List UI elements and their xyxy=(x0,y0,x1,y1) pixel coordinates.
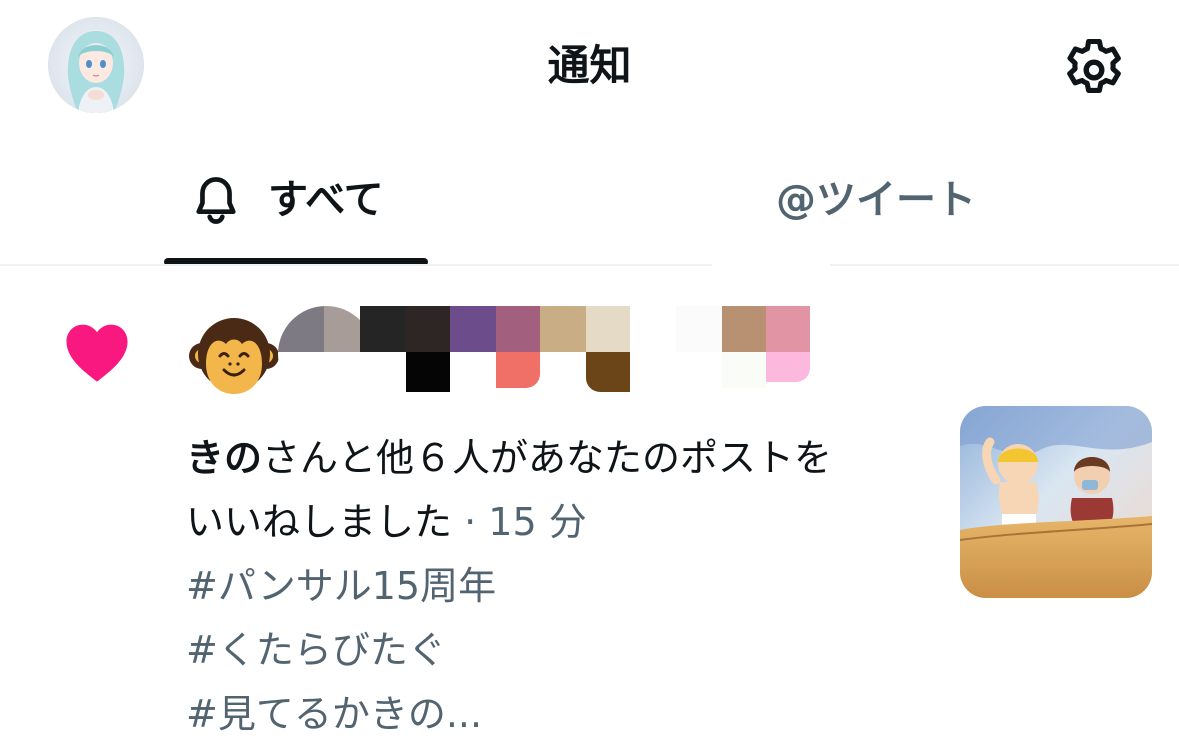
tab-mentions[interactable]: @ツイート xyxy=(720,140,1050,266)
tab-bar: すべて @ツイート xyxy=(0,140,1179,266)
message-rest: さんと他６人があなたのポストを xyxy=(262,436,833,480)
like-notification[interactable]: きのさんと他６人があなたのポストを いいねしました · 15 分 #パンサル15… xyxy=(0,268,1179,736)
page-title: 通知 xyxy=(547,41,632,90)
avatar-mosaic-5[interactable] xyxy=(496,306,540,352)
avatar-mosaic-10b xyxy=(766,352,810,382)
avatar-mosaic-5b xyxy=(496,352,540,388)
avatar-mosaic-7b xyxy=(586,352,630,392)
separator-dot: · xyxy=(452,500,489,544)
actor-name[interactable]: きの xyxy=(186,436,262,480)
avatar-mosaic-3b xyxy=(406,352,450,392)
gear-icon xyxy=(1067,38,1121,93)
liker-avatars xyxy=(186,306,826,416)
avatar-mosaic-7[interactable] xyxy=(586,306,630,352)
hashtag-1[interactable]: #パンサル15周年 xyxy=(186,554,926,618)
avatar-mosaic-8[interactable] xyxy=(676,306,722,352)
hashtag-3[interactable]: #見てるかきの... xyxy=(186,682,926,746)
heart-icon xyxy=(66,324,128,382)
avatar-mosaic-2[interactable] xyxy=(360,306,406,352)
tab-all-label: すべて xyxy=(268,177,384,223)
notification-message: きのさんと他６人があなたのポストを いいねしました · 15 分 xyxy=(186,426,926,554)
post-thumbnail[interactable] xyxy=(960,406,1152,598)
avatar-mosaic-9[interactable] xyxy=(722,306,766,352)
tab-divider xyxy=(0,264,1179,266)
avatar-mosaic-4[interactable] xyxy=(450,306,496,352)
tab-mentions-label: @ツイート xyxy=(776,177,976,223)
avatar-mosaic-9b xyxy=(722,352,766,388)
message-line-1: きのさんと他６人があなたのポストを xyxy=(186,426,926,490)
message-line-2-text: いいねしました xyxy=(186,500,453,544)
avatar-mosaic-10[interactable] xyxy=(766,306,810,352)
post-hashtags: #パンサル15周年 #くたらびたぐ #見てるかきの... xyxy=(186,554,926,746)
avatar-kino[interactable] xyxy=(186,306,282,402)
bell-icon xyxy=(196,177,236,224)
monkey-avatar-icon xyxy=(186,306,282,402)
settings-button[interactable] xyxy=(1058,34,1130,106)
message-line-2: いいねしました · 15 分 xyxy=(186,490,926,554)
post-image-icon xyxy=(960,406,1152,598)
top-bar: 通知 xyxy=(0,0,1179,140)
timestamp: 15 分 xyxy=(488,500,587,544)
hashtag-2[interactable]: #くたらびたぐ xyxy=(186,618,926,682)
tab-all[interactable]: すべて xyxy=(164,140,428,266)
avatar-mosaic-3[interactable] xyxy=(406,306,450,352)
avatar-mosaic-6[interactable] xyxy=(540,306,586,352)
